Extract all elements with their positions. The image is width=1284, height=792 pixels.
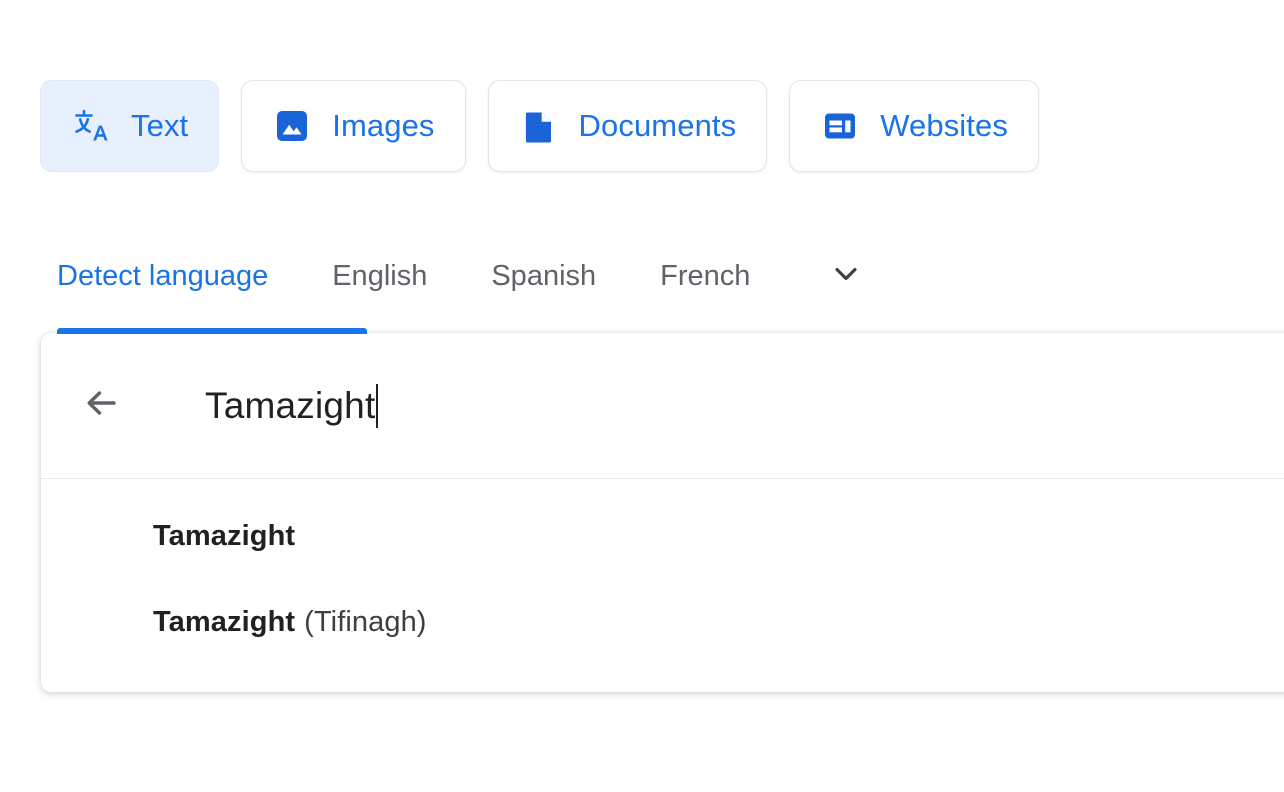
mode-tab-images[interactable]: Images (241, 80, 466, 172)
mode-tab-bar: Text Images Documents Websites (40, 80, 1039, 172)
mode-tab-websites[interactable]: Websites (789, 80, 1039, 172)
suggestion-qualifier: (Tifinagh) (304, 605, 427, 638)
language-search-panel: Tamazight Tamazight Tamazight (Tifinagh) (41, 333, 1284, 692)
active-tab-indicator (57, 328, 367, 334)
back-button[interactable] (73, 378, 129, 434)
language-tab-spanish[interactable]: Spanish (459, 248, 628, 304)
more-languages-button[interactable] (810, 248, 882, 304)
text-caret (376, 383, 379, 428)
mode-tab-label: Websites (880, 108, 1008, 143)
mode-tab-label: Documents (578, 108, 737, 143)
language-tab-english[interactable]: English (300, 248, 459, 304)
suggestion-name: Tamazight (153, 519, 296, 552)
arrow-left-icon (78, 380, 124, 431)
list-item[interactable]: Tamazight (Tifinagh) (41, 579, 1284, 665)
chevron-down-icon (829, 257, 863, 296)
language-tab-bar: Detect language English Spanish French (57, 248, 882, 304)
language-tab-french[interactable]: French (628, 248, 782, 304)
mode-tab-label: Images (332, 108, 435, 143)
translate-page: Text Images Documents Websites Detect la… (0, 0, 1284, 792)
image-icon (272, 106, 312, 146)
website-icon (820, 106, 860, 146)
list-item[interactable]: Tamazight (41, 493, 1284, 579)
translate-icon (71, 106, 111, 146)
mode-tab-label: Text (131, 108, 189, 143)
language-tab-detect[interactable]: Detect language (57, 248, 300, 304)
language-search-row: Tamazight (41, 333, 1284, 479)
mode-tab-text[interactable]: Text (40, 80, 220, 172)
search-input[interactable]: Tamazight (205, 385, 375, 427)
language-search-field[interactable]: Tamazight (205, 383, 1284, 428)
suggestion-list: Tamazight Tamazight (Tifinagh) (41, 479, 1284, 665)
mode-tab-documents[interactable]: Documents (487, 80, 768, 172)
document-icon (519, 106, 559, 146)
suggestion-name: Tamazight (153, 605, 296, 638)
